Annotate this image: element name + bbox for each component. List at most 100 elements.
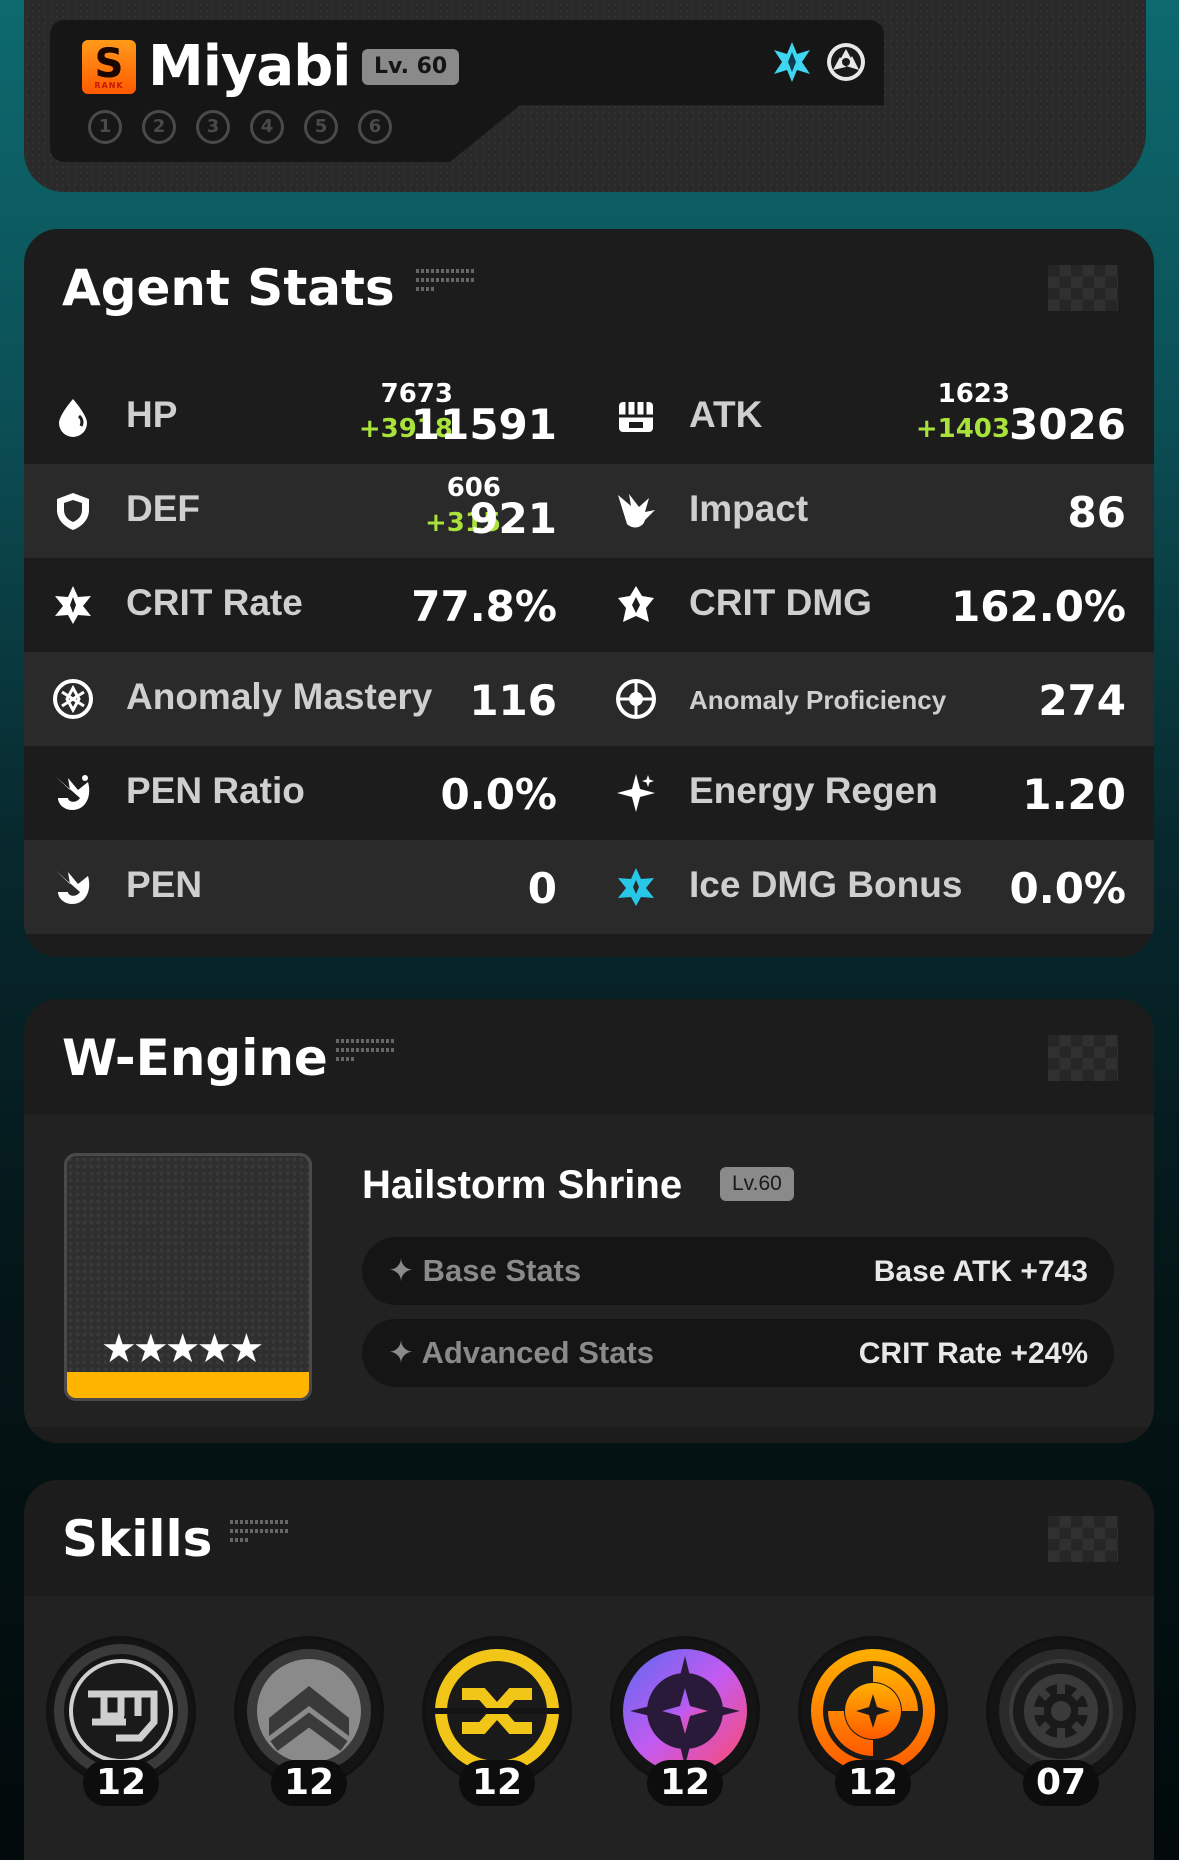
atk-fist-icon <box>619 402 653 432</box>
stat-anomaly-mastery[interactable]: Anomaly Mastery 116 <box>24 652 587 746</box>
w-engine-body: ★★★★★ Hailstorm Shrine Lv.60 ✦ Base Stat… <box>24 1115 1154 1427</box>
crit-rate-icon <box>55 586 91 624</box>
skill-level: 12 <box>83 1760 159 1806</box>
decorative-glyph <box>416 269 476 309</box>
stat-name: Anomaly Mastery <box>126 676 433 717</box>
stat-row: HP 7673 +3918 11591 ATK 1623 +1403 3026 <box>24 370 1154 464</box>
stat-row: DEF 606 +315 921 Impact 86 <box>24 464 1154 558</box>
stat-impact[interactable]: Impact 86 <box>587 464 1150 558</box>
rank-letter: S <box>94 40 124 87</box>
skill-core[interactable]: 07 <box>986 1636 1136 1806</box>
pen-icon <box>55 870 90 904</box>
energy-regen-icon <box>617 774 655 812</box>
mindscape-5[interactable]: 5 <box>304 110 338 144</box>
skill-level: 12 <box>835 1760 911 1806</box>
base-stats-value: Base ATK +743 <box>873 1255 1088 1288</box>
rank-word: RANK <box>94 80 124 90</box>
stat-row: Anomaly Mastery 116 Anomaly Proficiency … <box>24 652 1154 746</box>
stat-atk[interactable]: ATK 1623 +1403 3026 <box>587 370 1150 464</box>
mindscape-2[interactable]: 2 <box>142 110 176 144</box>
mindscape-3[interactable]: 3 <box>196 110 230 144</box>
stat-def[interactable]: DEF 606 +315 921 <box>24 464 587 558</box>
stat-name: HP <box>126 394 178 435</box>
decorative-glyph <box>230 1520 290 1560</box>
agent-name: Miyabi <box>148 34 351 99</box>
w-engine-title: W-Engine <box>62 1029 328 1087</box>
stat-name: PEN Ratio <box>126 770 305 811</box>
stat-ice-dmg-bonus[interactable]: Ice DMG Bonus 0.0% <box>587 840 1150 934</box>
checker-pattern <box>1048 1035 1118 1081</box>
checker-pattern <box>1048 1516 1118 1562</box>
stat-energy-regen[interactable]: Energy Regen 1.20 <box>587 746 1150 840</box>
stat-base: 1623 <box>937 379 1010 409</box>
stat-row: PEN Ratio 0.0% Energy Regen 1.20 <box>24 746 1154 840</box>
pen-ratio-icon <box>55 775 90 810</box>
stat-pen[interactable]: PEN 0 <box>24 840 587 934</box>
base-stats-label-text: Base Stats <box>422 1253 582 1288</box>
mindscape-4[interactable]: 4 <box>250 110 284 144</box>
stat-name: ATK <box>689 394 763 435</box>
skills-card: Skills 12 12 12 12 12 07 <box>24 1480 1154 1860</box>
advanced-stats-label-text: Advanced Stats <box>421 1335 655 1370</box>
stat-total: 0.0% <box>1009 864 1126 913</box>
advanced-stats-label: ✦ Advanced Stats <box>388 1335 655 1370</box>
stat-name: Ice DMG Bonus <box>689 864 963 905</box>
stat-total: 3026 <box>1009 400 1126 449</box>
w-engine-rarity-bar <box>67 1372 309 1398</box>
stat-total: 0.0% <box>440 770 557 819</box>
mindscape-1[interactable]: 1 <box>88 110 122 144</box>
rank-badge: S RANK <box>82 40 136 94</box>
stat-pen-ratio[interactable]: PEN Ratio 0.0% <box>24 746 587 840</box>
stat-total: 1.20 <box>1022 770 1126 819</box>
skill-dodge[interactable]: 12 <box>234 1636 384 1806</box>
crit-dmg-icon <box>618 586 654 622</box>
stat-total: 274 <box>1038 676 1126 725</box>
mindscape-6[interactable]: 6 <box>358 110 392 144</box>
skills-body: 12 12 12 12 12 07 <box>24 1596 1154 1860</box>
stat-bonus: +1403 <box>915 414 1010 444</box>
w-engine-level-badge: Lv.60 <box>720 1167 794 1201</box>
base-stats-label: ✦ Base Stats <box>388 1253 582 1288</box>
stats-grid: HP 7673 +3918 11591 ATK 1623 +1403 3026 … <box>24 370 1154 934</box>
stat-hp[interactable]: HP 7673 +3918 11591 <box>24 370 587 464</box>
stat-name: Anomaly Proficiency <box>689 685 947 715</box>
agent-stats-title: Agent Stats <box>62 259 395 317</box>
stat-name: DEF <box>126 488 200 529</box>
ice-attribute-icon <box>774 42 810 82</box>
stat-row: CRIT Rate 77.8% CRIT DMG 162.0% <box>24 558 1154 652</box>
impact-icon <box>618 494 655 528</box>
skill-chain-attack[interactable]: 12 <box>798 1636 948 1806</box>
decorative-glyph <box>336 1039 396 1079</box>
anomaly-specialty-icon <box>827 43 865 81</box>
stat-total: 116 <box>469 676 557 725</box>
mindscape-row: 1 2 3 4 5 6 <box>88 110 392 144</box>
stat-total: 86 <box>1067 488 1126 537</box>
w-engine-name: Hailstorm Shrine <box>362 1163 683 1207</box>
stat-anomaly-proficiency[interactable]: Anomaly Proficiency 274 <box>587 652 1150 746</box>
w-engine-image[interactable]: ★★★★★ <box>64 1153 312 1401</box>
hp-drop-icon <box>59 399 87 437</box>
stat-total: 11591 <box>410 400 557 449</box>
stat-total: 921 <box>469 494 557 543</box>
agent-stats-card: Agent Stats HP 7673 +3918 11591 ATK 1623… <box>24 229 1154 957</box>
agent-level-badge: Lv. 60 <box>362 49 460 85</box>
anomaly-mastery-icon <box>53 679 93 719</box>
advanced-stats-pill: ✦ Advanced Stats CRIT Rate +24% <box>362 1319 1114 1387</box>
stat-crit-dmg[interactable]: CRIT DMG 162.0% <box>587 558 1150 652</box>
stat-total: 0 <box>527 864 557 913</box>
stat-total: 162.0% <box>951 582 1126 631</box>
stat-name: CRIT DMG <box>689 582 872 623</box>
stat-crit-rate[interactable]: CRIT Rate 77.8% <box>24 558 587 652</box>
skills-title: Skills <box>62 1510 213 1568</box>
skill-basic-attack[interactable]: 12 <box>46 1636 196 1806</box>
skill-assist[interactable]: 12 <box>422 1636 572 1806</box>
ice-dmg-icon <box>618 868 654 906</box>
stat-name: Energy Regen <box>689 770 938 811</box>
skill-special-attack[interactable]: 12 <box>610 1636 760 1806</box>
stat-name: Impact <box>689 488 809 529</box>
stat-total: 77.8% <box>411 582 557 631</box>
w-engine-rank-stars: ★★★★★ <box>101 1327 264 1371</box>
anomaly-proficiency-icon <box>616 679 656 719</box>
checker-pattern <box>1048 265 1118 311</box>
stat-row: PEN 0 Ice DMG Bonus 0.0% <box>24 840 1154 934</box>
